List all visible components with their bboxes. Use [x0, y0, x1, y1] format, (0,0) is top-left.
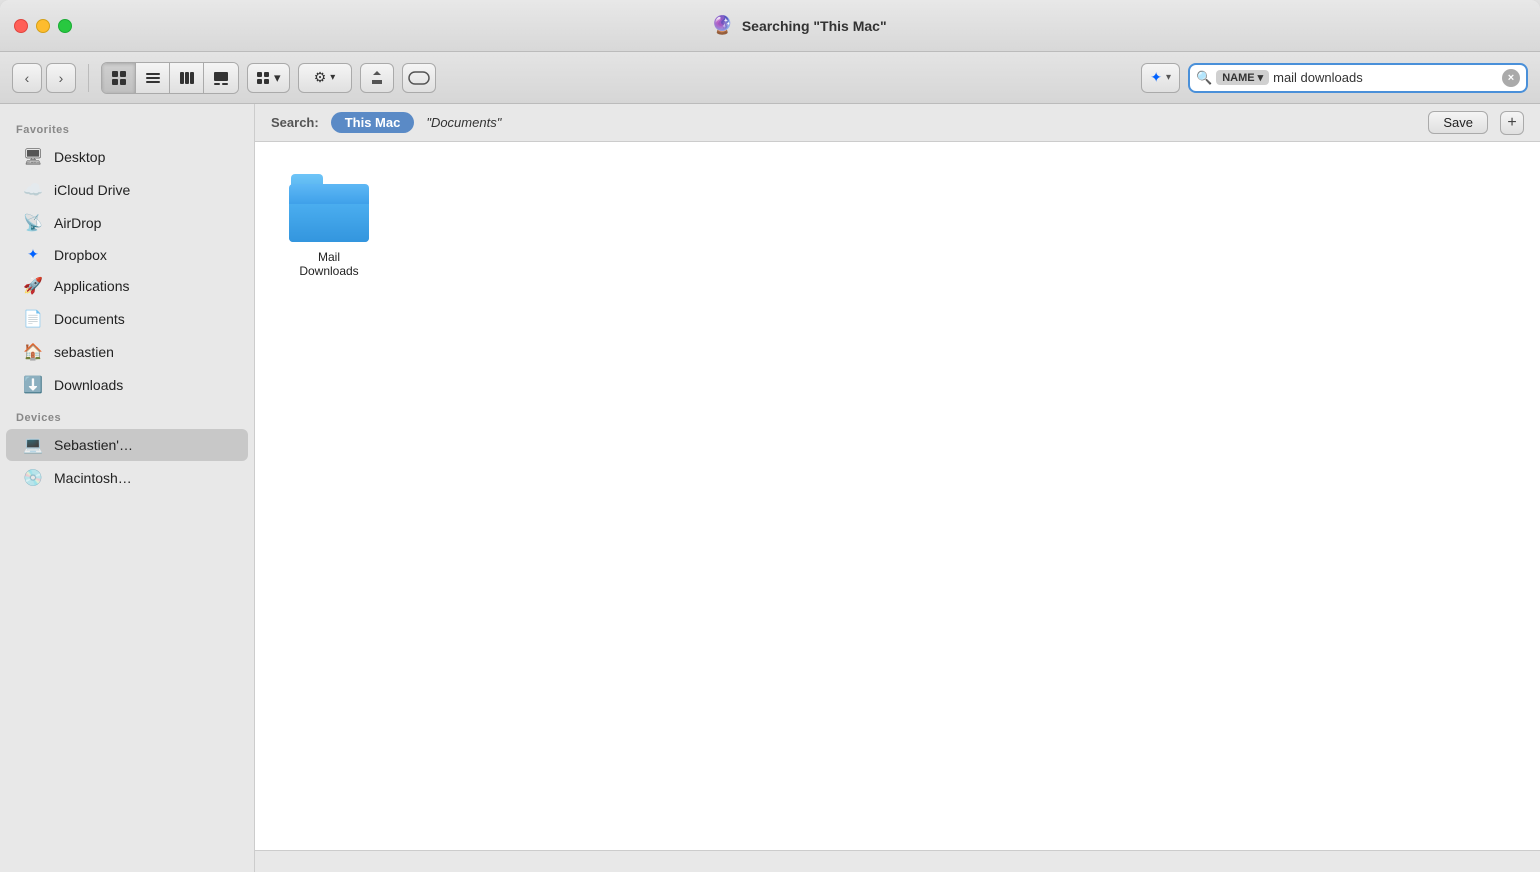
dropbox-button[interactable]: ✦ ▾: [1141, 63, 1180, 93]
sidebar-item-macintosh[interactable]: 💿 Macintosh…: [6, 462, 248, 494]
airdrop-icon: 📡: [22, 213, 44, 233]
sidebar-item-label: Downloads: [54, 377, 123, 393]
tag-button[interactable]: [402, 63, 436, 93]
back-button[interactable]: ‹: [12, 63, 42, 93]
status-bar: [255, 850, 1540, 872]
save-button[interactable]: Save: [1428, 111, 1488, 134]
group-dropdown-chevron: ▾: [274, 70, 281, 86]
icloud-icon: ☁️: [22, 180, 44, 200]
scope-this-mac-button[interactable]: This Mac: [331, 112, 415, 133]
sidebar-item-label: Sebastien'…: [54, 437, 133, 453]
view-cover-button[interactable]: [204, 63, 238, 93]
settings-button[interactable]: ⚙ ▾: [298, 63, 352, 93]
scope-documents-button[interactable]: "Documents": [426, 115, 501, 130]
sidebar-item-sebastien-mac[interactable]: 💻 Sebastien'…: [6, 429, 248, 461]
search-input[interactable]: [1273, 70, 1498, 85]
view-button-group: [101, 62, 239, 94]
group-dropdown[interactable]: ▾: [247, 63, 290, 93]
folder-icon: [289, 174, 369, 242]
view-grid-button[interactable]: [102, 63, 136, 93]
sidebar-item-label: Desktop: [54, 149, 105, 165]
dropbox-sidebar-icon: ✦: [22, 246, 44, 263]
separator-1: [88, 64, 89, 92]
favorites-label: Favorites: [0, 114, 254, 140]
downloads-icon: ⬇️: [22, 375, 44, 395]
search-clear-button[interactable]: ×: [1502, 69, 1520, 87]
nav-buttons: ‹ ›: [12, 63, 76, 93]
search-name-dropdown[interactable]: NAME ▾: [1216, 70, 1269, 85]
search-name-label: NAME: [1222, 72, 1254, 84]
sidebar-item-applications[interactable]: 🚀 Applications: [6, 270, 248, 302]
dropbox-chevron: ▾: [1166, 72, 1171, 83]
window-title: Searching "This Mac": [742, 18, 887, 34]
sidebar-item-documents[interactable]: 📄 Documents: [6, 303, 248, 335]
sidebar-item-label: Dropbox: [54, 247, 107, 263]
finder-window: 🔮 Searching "This Mac" ‹ ›: [0, 0, 1540, 872]
search-bar[interactable]: 🔍 NAME ▾ ×: [1188, 63, 1528, 93]
toolbar: ‹ ›: [0, 52, 1540, 104]
settings-chevron: ▾: [330, 72, 335, 83]
main-content: Search: This Mac "Documents" Save + Mail…: [255, 104, 1540, 872]
dropbox-icon: ✦: [1150, 69, 1162, 86]
devices-label: Devices: [0, 402, 254, 428]
chevron-down-icon: ▾: [1258, 71, 1264, 84]
titlebar: 🔮 Searching "This Mac": [0, 0, 1540, 52]
view-column-button[interactable]: [170, 63, 204, 93]
search-filter-bar: Search: This Mac "Documents" Save +: [255, 104, 1540, 142]
forward-button[interactable]: ›: [46, 63, 76, 93]
view-list-button[interactable]: [136, 63, 170, 93]
sidebar-item-label: sebastien: [54, 344, 114, 360]
content-area: Favorites 🖥 Desktop ☁️ iCloud Drive 📡 Ai…: [0, 104, 1540, 872]
maximize-button[interactable]: [58, 19, 72, 33]
sidebar-item-icloud[interactable]: ☁️ iCloud Drive: [6, 174, 248, 206]
minimize-button[interactable]: [36, 19, 50, 33]
search-filter-label: Search:: [271, 115, 319, 130]
share-button[interactable]: [360, 63, 394, 93]
add-filter-button[interactable]: +: [1500, 111, 1524, 135]
file-area: Mail Downloads: [255, 142, 1540, 850]
sidebar-item-airdrop[interactable]: 📡 AirDrop: [6, 207, 248, 239]
file-item-mail-downloads[interactable]: Mail Downloads: [279, 166, 379, 286]
desktop-icon: 🖥: [22, 147, 44, 167]
title-icon: 🔮: [711, 15, 733, 36]
close-button[interactable]: [14, 19, 28, 33]
folder-front: [289, 204, 369, 242]
search-icon: 🔍: [1196, 70, 1212, 86]
file-name: Mail Downloads: [287, 250, 371, 278]
laptop-icon: 💻: [22, 435, 44, 455]
sidebar-item-label: AirDrop: [54, 215, 101, 231]
sidebar: Favorites 🖥 Desktop ☁️ iCloud Drive 📡 Ai…: [0, 104, 255, 872]
sidebar-item-label: iCloud Drive: [54, 182, 130, 198]
applications-icon: 🚀: [22, 276, 44, 296]
sidebar-item-label: Applications: [54, 278, 130, 294]
sidebar-item-downloads[interactable]: ⬇️ Downloads: [6, 369, 248, 401]
disk-icon: 💿: [22, 468, 44, 488]
home-icon: 🏠: [22, 342, 44, 362]
gear-icon: ⚙: [314, 69, 327, 86]
documents-icon: 📄: [22, 309, 44, 329]
traffic-lights: [14, 19, 72, 33]
sidebar-item-label: Macintosh…: [54, 470, 132, 486]
sidebar-item-home[interactable]: 🏠 sebastien: [6, 336, 248, 368]
sidebar-item-desktop[interactable]: 🖥 Desktop: [6, 141, 248, 173]
titlebar-center: 🔮 Searching "This Mac": [72, 15, 1526, 36]
sidebar-item-label: Documents: [54, 311, 125, 327]
sidebar-item-dropbox[interactable]: ✦ Dropbox: [6, 240, 248, 269]
